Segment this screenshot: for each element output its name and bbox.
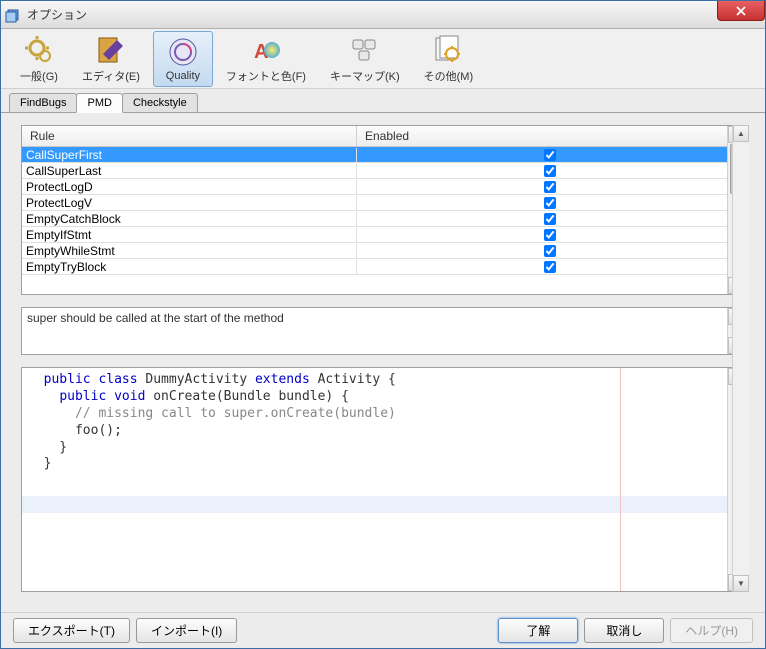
toolbar-editor[interactable]: エディタ(E) bbox=[71, 29, 151, 89]
toolbar-label: 一般(G) bbox=[20, 68, 58, 84]
table-row[interactable]: EmptyTryBlock bbox=[22, 259, 744, 275]
description-text: super should be called at the start of t… bbox=[22, 308, 744, 354]
ok-button[interactable]: 了解 bbox=[498, 618, 578, 643]
app-icon bbox=[5, 7, 21, 23]
column-header-rule[interactable]: Rule bbox=[22, 126, 357, 146]
rule-name-cell: CallSuperFirst bbox=[22, 148, 357, 162]
rule-name-cell: EmptyCatchBlock bbox=[22, 212, 357, 226]
rule-enabled-checkbox[interactable] bbox=[544, 181, 556, 193]
tab-checkstyle[interactable]: Checkstyle bbox=[122, 93, 198, 113]
fonts-icon: A bbox=[250, 34, 282, 66]
toolbar-label: エディタ(E) bbox=[82, 68, 140, 84]
rule-enabled-checkbox[interactable] bbox=[544, 229, 556, 241]
rule-name-cell: EmptyTryBlock bbox=[22, 260, 357, 274]
scroll-up-icon[interactable]: ▲ bbox=[733, 125, 749, 142]
table-row[interactable]: EmptyCatchBlock bbox=[22, 211, 744, 227]
rule-enabled-cell bbox=[357, 181, 744, 193]
gear-icon bbox=[23, 34, 55, 66]
window-title: オプション bbox=[27, 6, 87, 23]
keymap-icon bbox=[349, 34, 381, 66]
table-row[interactable]: EmptyIfStmt bbox=[22, 227, 744, 243]
outer-scrollbar[interactable]: ▲ ▼ bbox=[732, 125, 749, 592]
rule-enabled-cell bbox=[357, 197, 744, 209]
rule-enabled-cell bbox=[357, 245, 744, 257]
rule-enabled-cell bbox=[357, 165, 744, 177]
options-window: オプション 一般(G) エディタ(E) Quality A フォントと色(F) … bbox=[0, 0, 766, 649]
content-area: Rule Enabled CallSuperFirst CallSuperLast… bbox=[1, 112, 765, 612]
rules-table: Rule Enabled CallSuperFirst CallSuperLast… bbox=[22, 126, 744, 294]
rule-enabled-cell bbox=[357, 229, 744, 241]
rule-enabled-cell bbox=[357, 261, 744, 273]
table-row[interactable]: ProtectLogV bbox=[22, 195, 744, 211]
rules-header: Rule Enabled bbox=[22, 126, 744, 147]
close-button[interactable] bbox=[717, 1, 765, 21]
sub-tabs: FindBugs PMD Checkstyle bbox=[1, 89, 765, 113]
table-row[interactable]: CallSuperFirst bbox=[22, 147, 744, 163]
description-panel: super should be called at the start of t… bbox=[21, 307, 745, 355]
rules-panel: Rule Enabled CallSuperFirst CallSuperLast… bbox=[21, 125, 745, 295]
toolbar-quality[interactable]: Quality bbox=[153, 31, 213, 87]
editor-icon bbox=[95, 34, 127, 66]
rule-enabled-checkbox[interactable] bbox=[544, 261, 556, 273]
content-inner: Rule Enabled CallSuperFirst CallSuperLast… bbox=[9, 113, 757, 604]
toolbar-other[interactable]: その他(M) bbox=[413, 29, 485, 89]
toolbar-label: キーマップ(K) bbox=[330, 68, 400, 84]
rules-body: CallSuperFirst CallSuperLast ProtectLogD Pr… bbox=[22, 147, 744, 275]
help-button[interactable]: ヘルプ(H) bbox=[670, 618, 753, 643]
category-toolbar: 一般(G) エディタ(E) Quality A フォントと色(F) キーマップ(… bbox=[1, 29, 765, 89]
toolbar-fonts[interactable]: A フォントと色(F) bbox=[215, 29, 317, 89]
button-bar: エクスポート(T) インポート(I) 了解 取消し ヘルプ(H) bbox=[1, 612, 765, 648]
titlebar: オプション bbox=[1, 1, 765, 29]
toolbar-label: Quality bbox=[166, 70, 200, 82]
quality-icon bbox=[167, 36, 199, 68]
table-row[interactable]: EmptyWhileStmt bbox=[22, 243, 744, 259]
code-panel: public class DummyActivity extends Activ… bbox=[21, 367, 745, 592]
tab-pmd[interactable]: PMD bbox=[76, 93, 122, 113]
rule-enabled-cell bbox=[357, 149, 744, 161]
rule-name-cell: ProtectLogD bbox=[22, 180, 357, 194]
rule-enabled-checkbox[interactable] bbox=[544, 165, 556, 177]
column-header-enabled[interactable]: Enabled bbox=[357, 126, 744, 146]
rule-enabled-cell bbox=[357, 213, 744, 225]
tab-findbugs[interactable]: FindBugs bbox=[9, 93, 77, 113]
rule-name-cell: EmptyIfStmt bbox=[22, 228, 357, 242]
import-button[interactable]: インポート(I) bbox=[136, 618, 237, 643]
scroll-down-icon[interactable]: ▼ bbox=[733, 575, 749, 592]
rule-enabled-checkbox[interactable] bbox=[544, 149, 556, 161]
rule-name-cell: CallSuperLast bbox=[22, 164, 357, 178]
toolbar-general[interactable]: 一般(G) bbox=[9, 29, 69, 89]
rule-name-cell: EmptyWhileStmt bbox=[22, 244, 357, 258]
code-editor[interactable]: public class DummyActivity extends Activ… bbox=[22, 368, 744, 591]
rule-enabled-checkbox[interactable] bbox=[544, 245, 556, 257]
table-row[interactable]: CallSuperLast bbox=[22, 163, 744, 179]
toolbar-keymap[interactable]: キーマップ(K) bbox=[319, 29, 411, 89]
other-icon bbox=[432, 34, 464, 66]
table-row[interactable]: ProtectLogD bbox=[22, 179, 744, 195]
cancel-button[interactable]: 取消し bbox=[584, 618, 664, 643]
toolbar-label: フォントと色(F) bbox=[226, 68, 306, 84]
toolbar-label: その他(M) bbox=[424, 68, 474, 84]
export-button[interactable]: エクスポート(T) bbox=[13, 618, 130, 643]
rule-enabled-checkbox[interactable] bbox=[544, 197, 556, 209]
rule-name-cell: ProtectLogV bbox=[22, 196, 357, 210]
rule-enabled-checkbox[interactable] bbox=[544, 213, 556, 225]
